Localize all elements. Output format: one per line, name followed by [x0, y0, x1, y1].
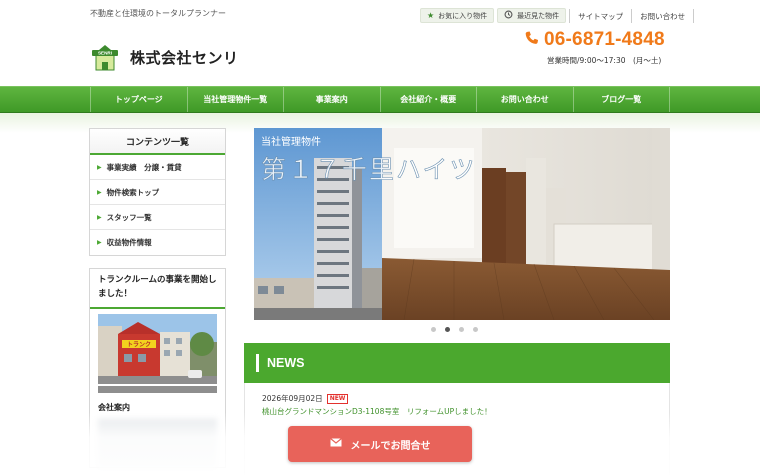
sidebar-item-label: 事業実績 分譲・賃貸	[106, 162, 182, 172]
sidebar-item-label: スタッフ一覧	[106, 212, 152, 222]
nav-item-managed-properties[interactable]: 当社管理物件一覧	[186, 87, 284, 112]
nav-item-company[interactable]: 会社紹介・概要	[379, 87, 477, 112]
sidebar-item-staff[interactable]: ▶ スタッフ一覧	[90, 205, 225, 230]
company-logo-mark: SENRI	[90, 42, 120, 72]
recent-viewed-label: 最近見た物件	[517, 11, 560, 20]
contents-menu-title: コンテンツ一覧	[90, 129, 225, 155]
mail-inquiry-button[interactable]: メールでお問合せ	[288, 426, 472, 462]
sidebar-item-investment[interactable]: ▶ 収益物件情報	[90, 230, 225, 255]
chevron-right-icon: ▶	[97, 163, 102, 171]
news-item-link[interactable]: 桃山台グランドマンションD3-1108号室 リフォームUPしました！	[262, 406, 492, 417]
header-links: ★ お気に入り物件 最近見た物件 サイトマップ お問い合わせ	[420, 8, 695, 24]
slider-dot[interactable]	[473, 327, 478, 332]
slide-caption-small: 当社管理物件	[261, 135, 321, 148]
favorites-label: お気に入り物件	[438, 11, 488, 20]
trunk-room-promo[interactable]: トランクルームの事業を開始しました！ トランク 会社案内	[89, 268, 226, 469]
news-item-date: 2026年09月02日 NEW	[262, 393, 349, 404]
promo-sign-text: トランク	[127, 341, 151, 349]
hero-slide-image: 当社管理物件 第１７千里ハイツ	[254, 128, 670, 320]
nav-item-contact[interactable]: お問い合わせ	[476, 87, 573, 112]
phone-number-text: 06-6871-4848	[544, 29, 665, 50]
contact-link[interactable]: お問い合わせ	[631, 9, 695, 23]
promo-title: トランクルームの事業を開始しました！	[90, 269, 225, 309]
nav-item-blog[interactable]: ブログ一覧	[572, 87, 670, 112]
sidebar-item-property-search[interactable]: ▶ 物件検索トップ	[90, 180, 225, 205]
slider-dot-active[interactable]	[445, 327, 450, 332]
hero-slider[interactable]: 当社管理物件 第１７千里ハイツ	[254, 128, 670, 320]
business-hours: 営業時間/9:00～17:30 (月～土)	[547, 56, 662, 65]
favorites-button[interactable]: ★ お気に入り物件	[420, 8, 495, 23]
logo-badge-text: SENRI	[98, 51, 112, 56]
slider-dot[interactable]	[459, 327, 464, 332]
phone-icon	[524, 30, 539, 50]
chevron-right-icon: ▶	[97, 188, 102, 196]
promo-photo[interactable]: トランク	[98, 314, 217, 393]
mail-inquiry-label: メールでお問合せ	[350, 440, 431, 452]
news-accent-bar	[256, 354, 259, 372]
promo-blurred-content	[98, 419, 217, 469]
news-title: NEWS	[267, 356, 305, 370]
sidebar-item-label: 収益物件情報	[106, 238, 152, 247]
site-logo[interactable]: SENRI 株式会社センリ	[90, 42, 239, 72]
chevron-right-icon: ▶	[97, 213, 102, 221]
sidebar-item-track-record[interactable]: ▶ 事業実績 分譲・賃貸	[90, 155, 225, 180]
envelope-icon	[329, 438, 342, 450]
slide-caption-large: 第１７千里ハイツ	[261, 155, 477, 184]
new-badge: NEW	[326, 393, 349, 404]
slider-dot[interactable]	[431, 327, 436, 332]
sitemap-link[interactable]: サイトマップ	[569, 9, 631, 23]
tagline: 不動産と住環境のトータルプランナー	[90, 9, 226, 18]
contents-menu: コンテンツ一覧 ▶ 事業実績 分譲・賃貸 ▶ 物件検索トップ ▶ スタッフ一覧 …	[89, 128, 226, 256]
sidebar: コンテンツ一覧 ▶ 事業実績 分譲・賃貸 ▶ 物件検索トップ ▶ スタッフ一覧 …	[89, 128, 226, 469]
global-nav: トップページ 当社管理物件一覧 事業案内 会社紹介・概要 お問い合わせ ブログ一…	[0, 86, 760, 113]
recent-viewed-button[interactable]: 最近見た物件	[497, 8, 567, 23]
slider-pagination	[431, 327, 478, 332]
news-header: NEWS	[244, 343, 670, 383]
site-header: 不動産と住環境のトータルプランナー ★ お気に入り物件 最近見た物件 サイトマッ…	[0, 0, 760, 86]
promo-caption: 会社案内	[98, 403, 130, 412]
chevron-right-icon: ▶	[97, 239, 102, 246]
company-name: 株式会社センリ	[130, 48, 239, 67]
star-icon: ★	[427, 11, 435, 20]
history-icon	[504, 10, 513, 21]
sidebar-item-label: 物件検索トップ	[106, 187, 160, 197]
nav-item-business[interactable]: 事業案内	[283, 87, 380, 112]
news-date-text: 2026年09月02日	[262, 394, 323, 403]
nav-item-top[interactable]: トップページ	[90, 87, 187, 112]
phone-number[interactable]: 06-6871-4848	[524, 29, 665, 51]
